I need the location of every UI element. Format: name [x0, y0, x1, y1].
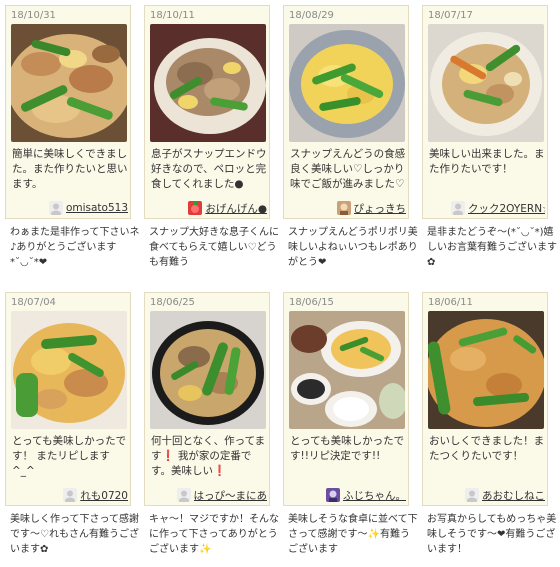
report-item: 18/10/11 息子がスナップエンドウ好きなので、ペロッと完食してくれました●	[144, 5, 280, 268]
report-item: 18/06/15 とっても美味しかったです!!リピ決定です!! ふじちゃん。 美…	[283, 292, 419, 555]
tsukurepo-grid: 18/10/31 簡単に美味しくできました。また作りたいと思います。 omisa…	[0, 0, 560, 567]
report-card[interactable]: 18/10/11 息子がスナップエンドウ好きなので、ペロッと完食してくれました●	[144, 5, 270, 219]
report-card[interactable]: 18/10/31 簡単に美味しくできました。また作りたいと思います。 omisa…	[5, 5, 131, 219]
strawberry-avatar-icon	[188, 201, 203, 215]
author-reply: キャ〜！マジですか！そんなに作って下さってありがとうございます✨	[149, 514, 279, 555]
food-photo[interactable]	[11, 311, 127, 429]
food-photo[interactable]	[289, 311, 405, 429]
report-item: 18/10/31 簡単に美味しくできました。また作りたいと思います。 omisa…	[5, 5, 141, 268]
report-author-name[interactable]: れも0720	[80, 488, 128, 503]
report-message: スナップえんどうの食感良く美味しい♡しっかり味でご飯が進みました♡	[290, 148, 406, 190]
report-message: 息子がスナップエンドウ好きなので、ペロッと完食してくれました●	[151, 148, 267, 190]
report-date: 18/07/17	[428, 10, 473, 21]
report-date: 18/06/11	[428, 297, 473, 308]
user-avatar-icon	[326, 488, 340, 502]
report-author-name[interactable]: クック2OYERN☆	[468, 201, 545, 216]
author-reply: 美味しく作って下さって感謝です〜♡れもさん有難うございます✿	[10, 514, 139, 555]
report-card[interactable]: 18/07/17 美味しい出来ました。また作りたいです！ クック2OYERN☆	[422, 5, 548, 219]
report-date: 18/10/11	[150, 10, 195, 21]
report-card[interactable]: 18/06/11 おいしくできました！またつくりたいです！ あおむしねこ	[422, 292, 548, 506]
report-item: 18/06/11 おいしくできました！またつくりたいです！ あおむしねこ お写真…	[422, 292, 558, 555]
report-date: 18/06/25	[150, 297, 195, 308]
report-message: 簡単に美味しくできました。また作りたいと思います。	[12, 148, 128, 190]
report-author-link[interactable]: はっぴ〜まにあ	[173, 487, 267, 503]
report-date: 18/06/15	[289, 297, 334, 308]
report-message: とっても美味しかったです!!リピ決定です!!	[290, 435, 405, 462]
report-author-link[interactable]: クック2OYERN☆	[451, 200, 545, 216]
report-card[interactable]: 18/08/29 スナップえんどうの食感良く美味しい♡しっかり味でご飯が進みまし…	[283, 5, 409, 219]
author-reply: 美味しそうな食卓に並べて下さって感謝です〜✨有難うございます	[288, 514, 418, 555]
food-photo[interactable]	[428, 24, 544, 142]
author-reply: お写真からしてもめっちゃ美味しそうです〜❤有難うございます！	[427, 514, 557, 555]
default-avatar-icon	[176, 488, 191, 502]
author-reply: スナップえんどうポリポリ美味しいよねぃいつもレポありがとう❤	[288, 227, 418, 268]
report-message: とっても美味しかったです！ またリピします^_^	[12, 435, 127, 477]
report-item: 18/06/25 何十回となく、作ってます❗ 我が家の定番です。美味しい❗ はっ…	[144, 292, 280, 555]
report-author-link[interactable]: ぴょっきち	[312, 200, 406, 216]
report-author-name[interactable]: はっぴ〜まにあ	[194, 488, 268, 503]
food-photo[interactable]	[150, 24, 266, 142]
food-photo[interactable]	[11, 24, 127, 142]
report-card[interactable]: 18/06/15 とっても美味しかったです!!リピ決定です!! ふじちゃん。	[283, 292, 409, 506]
report-author-name[interactable]: ふじちゃん。	[343, 488, 406, 503]
default-avatar-icon	[465, 488, 479, 502]
default-avatar-icon	[63, 488, 78, 502]
report-author-link[interactable]: れも0720	[34, 487, 128, 503]
report-author-link[interactable]: ふじちゃん。	[312, 487, 406, 503]
report-author-link[interactable]: おげんげん●	[173, 200, 267, 216]
report-item: 18/07/04 とっても美味しかったです！ またリピします^_^ れも0720	[5, 292, 141, 555]
report-author-name[interactable]: ぴょっきち	[354, 201, 407, 216]
user-avatar-icon	[336, 201, 351, 215]
report-author-link[interactable]: あおむしねこ	[451, 487, 545, 503]
report-item: 18/08/29 スナップえんどうの食感良く美味しい♡しっかり味でご飯が進みまし…	[283, 5, 419, 268]
report-author-name[interactable]: あおむしねこ	[482, 488, 545, 503]
food-photo[interactable]	[289, 24, 405, 142]
report-item: 18/07/17 美味しい出来ました。また作りたいです！ クック2OYERN☆	[422, 5, 558, 268]
report-message: 美味しい出来ました。また作りたいです！	[429, 148, 545, 175]
food-photo[interactable]	[428, 311, 544, 429]
report-card[interactable]: 18/06/25 何十回となく、作ってます❗ 我が家の定番です。美味しい❗ はっ…	[144, 292, 270, 506]
report-date: 18/07/04	[11, 297, 56, 308]
author-reply: わぁまた是非作って下さいネ♪ありがとうございます*˘◡˘*❤	[10, 227, 140, 268]
default-avatar-icon	[48, 201, 63, 215]
author-reply: 是非またどうぞ〜(*˘◡˘*)嬉しいお言葉有難うございます✿	[427, 227, 557, 268]
author-reply: スナップ大好きな息子くんに食べてもらえて嬉しい♡どうも有難う	[149, 227, 279, 268]
report-message: 何十回となく、作ってます❗ 我が家の定番です。美味しい❗	[151, 435, 266, 477]
default-avatar-icon	[451, 201, 465, 215]
report-author-name[interactable]: omisato513	[66, 202, 128, 214]
report-message: おいしくできました！またつくりたいです！	[429, 435, 545, 462]
report-author-link[interactable]: omisato513	[34, 200, 128, 216]
report-date: 18/10/31	[11, 10, 56, 21]
report-author-name[interactable]: おげんげん●	[205, 201, 267, 216]
food-photo[interactable]	[150, 311, 266, 429]
report-card[interactable]: 18/07/04 とっても美味しかったです！ またリピします^_^ れも0720	[5, 292, 131, 506]
report-date: 18/08/29	[289, 10, 334, 21]
